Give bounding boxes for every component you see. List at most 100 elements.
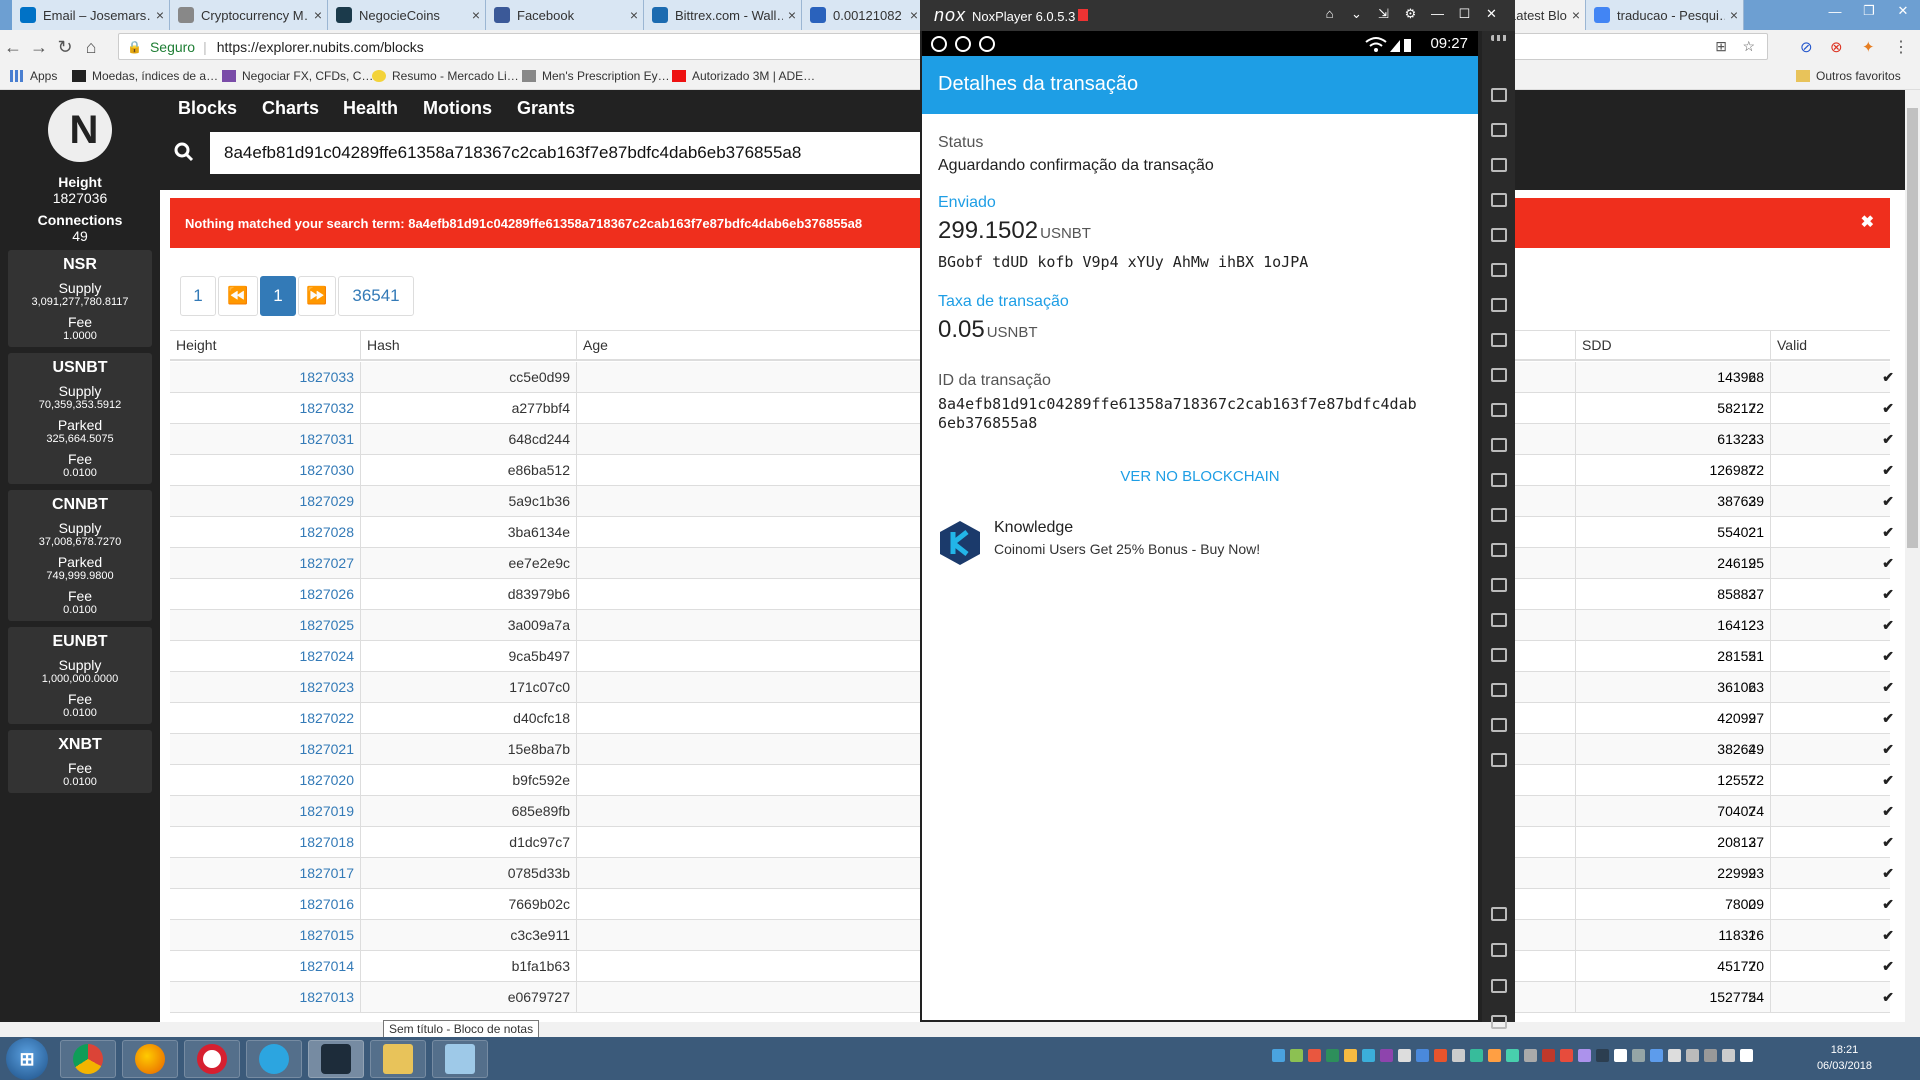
bookmark-mercado[interactable]: Resumo - Mercado Li… [372,69,519,83]
alert-close-icon[interactable]: ✖ [1861,212,1874,232]
block-height-link[interactable]: 1827013 [170,982,360,1012]
taskbar-clock[interactable]: 18:21 06/03/2018 [1817,1042,1872,1074]
nox-pin-icon[interactable]: ⇲ [1370,6,1397,22]
nox-rotate-icon[interactable] [1491,88,1507,102]
reload-icon[interactable]: ↻ [52,37,78,58]
txid-line-1[interactable]: 8a4efb81d91c04289ffe61358a718367c2cab163… [938,395,1417,413]
taskbar-notepad[interactable] [432,1040,488,1078]
tray-icon-15[interactable] [1542,1049,1555,1062]
nox-location-icon[interactable] [1491,158,1507,172]
nox-keyboard-icon[interactable] [1491,193,1507,207]
taskbar-explorer[interactable] [370,1040,426,1078]
tab-close-icon[interactable]: × [783,7,801,23]
close-icon[interactable]: ✕ [1886,0,1920,22]
nox-notification-icon[interactable] [1078,9,1088,21]
nox-back-icon[interactable] [1491,907,1507,921]
block-height-link[interactable]: 1827024 [170,641,360,671]
tray-icon-14[interactable] [1524,1049,1537,1062]
block-height-link[interactable]: 1827029 [170,486,360,516]
block-height-link[interactable]: 1827016 [170,889,360,919]
nox-close-icon[interactable]: ✕ [1478,6,1505,22]
tab-2[interactable]: NegocieCoins × [328,0,486,30]
nox-record-icon[interactable] [1491,438,1507,452]
tray-icon-19[interactable] [1614,1049,1627,1062]
page-prev-icon[interactable]: ⏪ [218,276,258,316]
tray-icon-1[interactable] [1290,1049,1303,1062]
nox-settings-icon[interactable]: ⚙ [1397,6,1424,22]
block-height-link[interactable]: 1827017 [170,858,360,888]
taskbar-telegram[interactable] [246,1040,302,1078]
block-height-link[interactable]: 1827033 [170,362,360,392]
extension-lastpass-icon[interactable]: ⊗ [1830,38,1843,56]
block-height-link[interactable]: 1827030 [170,455,360,485]
tray-icon-11[interactable] [1470,1049,1483,1062]
nox-fullscreen-icon[interactable] [1491,263,1507,277]
col-sdd[interactable]: SDD [1575,331,1770,360]
nox-volume-up-icon[interactable] [1491,298,1507,312]
tray-icon-5[interactable] [1362,1049,1375,1062]
nox-menu-icon[interactable] [1491,543,1507,557]
tray-icon-6[interactable] [1380,1049,1393,1062]
maximize-icon[interactable]: ❐ [1852,0,1886,22]
block-height-link[interactable]: 1827031 [170,424,360,454]
page-next-icon[interactable]: ⏩ [298,276,336,316]
page-first[interactable]: 1 [180,276,216,316]
tray-icon-26[interactable] [1740,1049,1753,1062]
tab-5[interactable]: 0.00121082 XRB…× [802,0,924,30]
nox-dropdown-icon[interactable]: ⌄ [1343,6,1370,22]
tab-close-icon[interactable]: × [151,7,169,23]
tab-close-icon[interactable]: × [309,7,327,23]
block-height-link[interactable]: 1827023 [170,672,360,702]
nox-home-icon[interactable] [1491,943,1507,957]
bookmark-outros[interactable]: Outros favoritos [1796,69,1901,83]
nox-recents-icon[interactable] [1491,979,1507,993]
nav-blocks[interactable]: Blocks [178,98,237,119]
horizontal-scrollbar[interactable] [0,1022,1920,1037]
block-height-link[interactable]: 1827021 [170,734,360,764]
col-height[interactable]: Height [170,331,360,360]
nox-shake-icon[interactable] [1491,403,1507,417]
nox-link-icon[interactable] [1491,578,1507,592]
bookmark-prescription[interactable]: Men's Prescription Ey… [522,69,670,83]
col-hash[interactable]: Hash [360,331,576,360]
search-input[interactable]: 8a4efb81d91c04289ffe61358a718367c2cab163… [210,132,970,174]
tab-close-icon[interactable]: × [467,7,485,23]
nox-screenshot-icon[interactable] [1491,123,1507,137]
tray-icon-4[interactable] [1344,1049,1357,1062]
nox-home-icon[interactable]: ⌂ [1316,6,1343,22]
star-icon[interactable]: ☆ [1742,38,1755,55]
nav-health[interactable]: Health [343,98,398,119]
block-height-link[interactable]: 1827022 [170,703,360,733]
forward-icon[interactable]: → [26,37,52,58]
nav-charts[interactable]: Charts [262,98,319,119]
tab-close-icon[interactable]: × [625,7,643,23]
col-valid[interactable]: Valid [1770,331,1890,360]
page-current[interactable]: 1 [260,276,296,316]
recipient-address[interactable]: BGobf tdUD kofb V9p4 xYUy AhMw ihBX 1oJP… [938,253,1308,271]
tray-icon-24[interactable] [1704,1049,1717,1062]
tray-icon-22[interactable] [1668,1049,1681,1062]
col-age[interactable]: Age [576,331,976,360]
tray-icon-12[interactable] [1488,1049,1501,1062]
scroll-thumb[interactable] [1907,108,1918,548]
view-blockchain-link[interactable]: VER NO BLOCKCHAIN [922,468,1478,485]
nubits-logo[interactable]: N [48,98,112,162]
tray-icon-2[interactable] [1308,1049,1321,1062]
nox-minimize-icon[interactable]: — [1424,6,1451,22]
nox-volume-down-icon[interactable] [1491,333,1507,347]
nox-expand-icon[interactable] [1491,1015,1507,1029]
tray-icon-23[interactable] [1686,1049,1699,1062]
tray-icon-20[interactable] [1632,1049,1645,1062]
nox-apk-icon[interactable] [1491,228,1507,242]
nox-sync-icon[interactable] [1491,718,1507,732]
tab-4[interactable]: Bittrex.com - Wall… × [644,0,802,30]
tab-close-icon[interactable]: × [1725,7,1743,23]
tray-icon-18[interactable] [1596,1049,1609,1062]
tray-icon-9[interactable] [1434,1049,1447,1062]
bookmark-negociar[interactable]: Negociar FX, CFDs, C… [222,69,373,83]
extension-block-icon[interactable]: ⊘ [1800,38,1813,56]
tray-icon-10[interactable] [1452,1049,1465,1062]
taskbar-firefox[interactable] [122,1040,178,1078]
nox-maximize-icon[interactable]: ☐ [1451,6,1478,22]
block-height-link[interactable]: 1827014 [170,951,360,981]
